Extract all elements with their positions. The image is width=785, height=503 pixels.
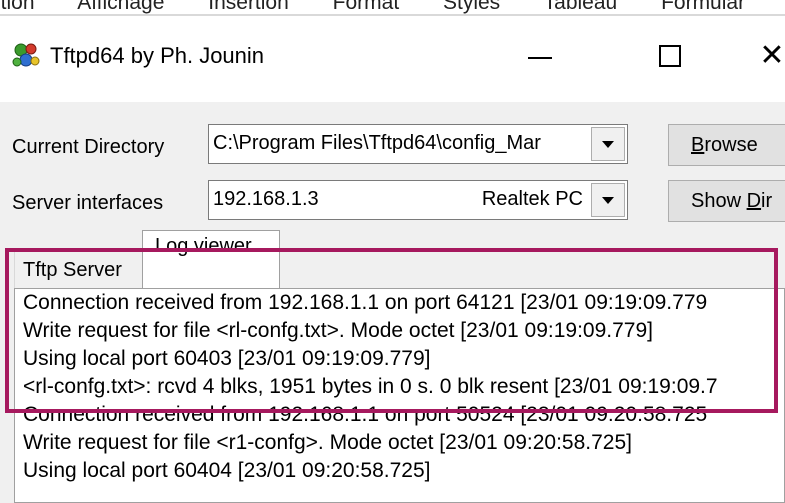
server-interfaces-combo[interactable]: 192.168.1.3 Realtek PC bbox=[208, 180, 628, 220]
minimize-button[interactable] bbox=[510, 26, 570, 86]
browse-label: rowse bbox=[704, 134, 758, 156]
current-directory-dropdown-button[interactable] bbox=[591, 127, 625, 161]
menu-item-formulaire[interactable]: Formular bbox=[661, 0, 745, 14]
close-icon: ✕ bbox=[759, 39, 785, 72]
menu-item-insertion[interactable]: Insertion bbox=[208, 0, 289, 14]
maximize-button[interactable] bbox=[640, 26, 700, 86]
log-line: Connection received from 192.168.1.1 on … bbox=[23, 291, 708, 314]
show-dir-button[interactable]: Show Dir bbox=[668, 180, 785, 222]
log-line: Using local port 60403 [23/01 09:19:09.7… bbox=[23, 347, 431, 370]
show-dir-label-prefix: Show bbox=[691, 190, 747, 212]
menu-item-format[interactable]: Format bbox=[333, 0, 400, 14]
browse-button[interactable]: Browse bbox=[668, 124, 785, 166]
menu-item-tableau[interactable]: Tableau bbox=[544, 0, 618, 14]
server-interfaces-label: Server interfaces bbox=[12, 192, 164, 214]
title-bar[interactable]: Tftpd64 by Ph. Jounin ✕ bbox=[0, 16, 785, 102]
browse-mnemonic: B bbox=[691, 134, 705, 156]
log-line: Using local port 60404 [23/01 09:20:58.7… bbox=[23, 459, 431, 482]
show-dir-label-suffix: ir bbox=[761, 190, 773, 212]
chevron-down-icon bbox=[602, 140, 614, 148]
log-viewer-list[interactable]: Connection received from 192.168.1.1 on … bbox=[14, 288, 785, 503]
log-line: Connection received from 192.168.1.1 on … bbox=[23, 403, 708, 426]
menu-item-styles[interactable]: Styles bbox=[443, 0, 500, 14]
show-dir-mnemonic: D bbox=[746, 190, 762, 212]
tftpd64-app-icon bbox=[12, 43, 40, 67]
window-title: Tftpd64 by Ph. Jounin bbox=[50, 43, 265, 68]
log-line: Write request for file <rl-confg.txt>. M… bbox=[23, 319, 653, 342]
log-line: <rl-confg.txt>: rcvd 4 blks, 1951 bytes … bbox=[23, 375, 718, 398]
server-interfaces-adapter: Realtek PC bbox=[481, 188, 583, 210]
server-interfaces-dropdown-button[interactable] bbox=[591, 183, 625, 217]
tab-tftp-server[interactable]: Tftp Server bbox=[14, 250, 142, 290]
current-directory-value[interactable]: C:\Program Files\Tftpd64\config_Mar bbox=[213, 132, 593, 155]
main-panel: Current Directory C:\Program Files\Tftpd… bbox=[0, 102, 785, 503]
close-button[interactable]: ✕ bbox=[742, 26, 785, 86]
log-line: Write request for file <r1-confg>. Mode … bbox=[23, 431, 632, 454]
current-directory-combo[interactable]: C:\Program Files\Tftpd64\config_Mar bbox=[208, 124, 628, 164]
menu-item[interactable]: ition bbox=[0, 0, 35, 14]
menubar: ition Affichage Insertion Format Styles … bbox=[0, 0, 785, 14]
current-directory-label: Current Directory bbox=[12, 136, 165, 158]
maximize-icon bbox=[659, 45, 681, 67]
menu-items: ition Affichage Insertion Format Styles … bbox=[0, 0, 783, 14]
minimize-icon bbox=[528, 57, 552, 59]
chevron-down-icon bbox=[602, 196, 614, 204]
menu-item-affichage[interactable]: Affichage bbox=[77, 0, 164, 14]
tab-log-viewer[interactable]: Log viewer bbox=[142, 230, 280, 292]
